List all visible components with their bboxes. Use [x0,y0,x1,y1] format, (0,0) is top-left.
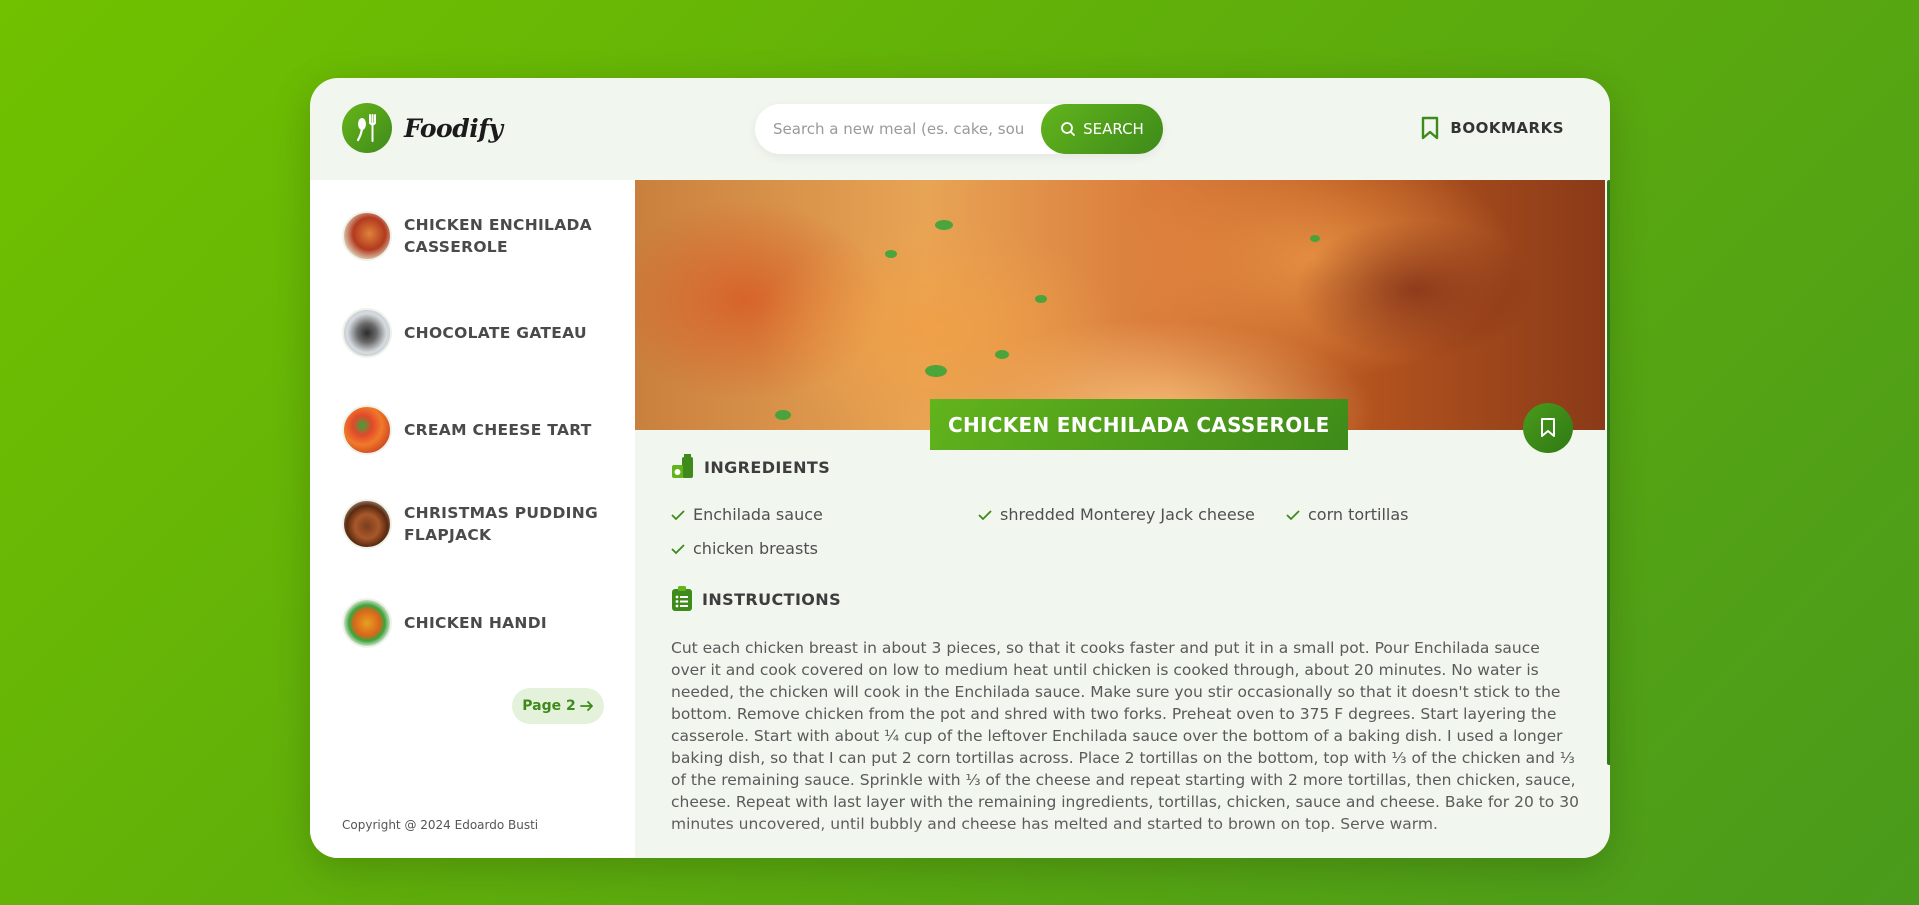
bookmark-recipe-button[interactable] [1523,403,1573,453]
search-button[interactable]: SEARCH [1041,104,1163,154]
result-item[interactable]: CHICKEN ENCHILADA CASSEROLE [342,211,632,261]
result-thumbnail [342,308,392,358]
next-page-label: Page 2 [522,698,576,714]
ingredient-text: shredded Monterey Jack cheese [1000,505,1255,524]
logo[interactable]: Foodify [342,103,503,153]
ingredient-text: corn tortillas [1308,505,1409,524]
result-thumbnail [342,499,392,549]
search-icon [1061,122,1076,136]
check-icon [978,509,992,520]
result-title: CREAM CHEESE TART [404,421,592,439]
search-bar: SEARCH [755,104,1163,154]
next-page-button[interactable]: Page 2 [512,688,604,724]
ingredient-item: Enchilada sauce [671,505,823,524]
result-title: CHOCOLATE GATEAU [404,324,587,342]
result-item[interactable]: CHRISTMAS PUDDING FLAPJACK [342,499,632,549]
check-icon [1286,509,1300,520]
app-name: Foodify [404,113,503,143]
ingredients-heading-text: INGREDIENTS [704,457,831,477]
ingredient-text: chicken breasts [693,539,818,558]
ingredients-icon [672,454,693,478]
recipe-view: CHICKEN ENCHILADA CASSEROLE INGREDIENTS … [635,180,1605,858]
results-sidebar: CHICKEN ENCHILADA CASSEROLE CHOCOLATE GA… [310,180,635,858]
bookmark-icon [1541,418,1555,437]
bookmarks-label: BOOKMARKS [1450,119,1564,137]
instructions-heading-text: INSTRUCTIONS [702,589,842,609]
check-icon [671,509,685,520]
bookmark-icon [1422,116,1439,140]
result-item[interactable]: CHICKEN HANDI [342,598,632,648]
recipe-image [635,180,1605,430]
result-thumbnail [342,211,392,261]
result-item[interactable]: CHOCOLATE GATEAU [342,308,632,358]
result-item[interactable]: CREAM CHEESE TART [342,405,632,455]
result-title: CHICKEN HANDI [404,614,547,632]
instructions-heading: INSTRUCTIONS [671,586,841,612]
instructions-text: Cut each chicken breast in about 3 piece… [671,639,1579,833]
check-icon [671,543,685,554]
ingredient-item: chicken breasts [671,539,818,558]
fork-spoon-icon [342,103,392,153]
result-thumbnail [342,405,392,455]
ingredient-item: shredded Monterey Jack cheese [978,505,1255,524]
header: Foodify SEARCH BOOKMARKS [310,78,1610,180]
search-button-label: SEARCH [1083,120,1144,138]
ingredient-item: corn tortillas [1286,505,1409,524]
result-title: CHRISTMAS PUDDING FLAPJACK [404,504,599,544]
result-title: CHICKEN ENCHILADA CASSEROLE [404,216,592,256]
clipboard-list-icon [672,586,692,611]
app-window: Foodify SEARCH BOOKMARKS CHICKEN ENCHILA… [310,78,1610,858]
bookmarks-button[interactable]: BOOKMARKS [1420,116,1564,140]
ingredient-text: Enchilada sauce [693,505,823,524]
copyright: Copyright @ 2024 Edoardo Busti [342,818,539,832]
ingredients-heading: INGREDIENTS [671,454,830,480]
result-thumbnail [342,598,392,648]
bottom-fade [635,824,1605,858]
recipe-scrollbar[interactable] [1607,180,1610,765]
arrow-right-icon [579,701,593,711]
recipe-title: CHICKEN ENCHILADA CASSEROLE [930,399,1348,450]
search-input[interactable] [773,120,1023,138]
